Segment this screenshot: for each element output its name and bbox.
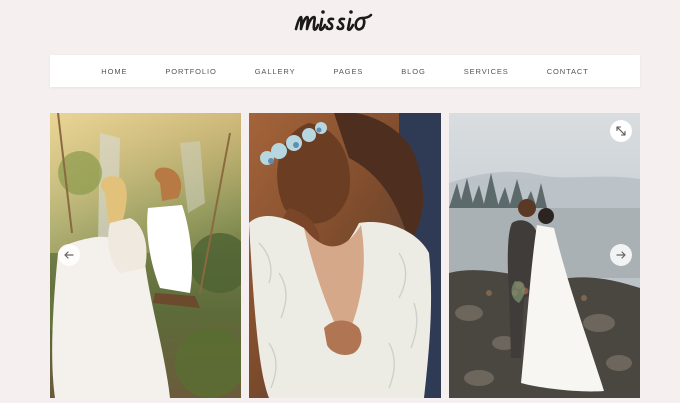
lace-embrace-image <box>249 113 441 398</box>
image-gallery-slider <box>50 113 640 398</box>
nav-item-portfolio[interactable]: PORTFOLIO <box>146 67 235 76</box>
main-navigation: HOME PORTFOLIO GALLERY PAGES BLOG SERVIC… <box>50 55 640 87</box>
fullscreen-expand-button[interactable] <box>610 120 632 142</box>
gallery-slide-lace-dress-photo[interactable] <box>249 113 441 398</box>
nav-item-pages[interactable]: PAGES <box>314 67 382 76</box>
arrow-left-icon <box>64 251 74 259</box>
nav-item-contact[interactable]: CONTACT <box>528 67 608 76</box>
expand-icon <box>616 126 626 136</box>
slider-next-button[interactable] <box>610 244 632 266</box>
arrow-right-icon <box>616 251 626 259</box>
site-logo[interactable] <box>0 4 680 40</box>
nav-item-services[interactable]: SERVICES <box>445 67 528 76</box>
slider-prev-button[interactable] <box>58 244 80 266</box>
nav-item-home[interactable]: HOME <box>82 67 146 76</box>
nav-item-gallery[interactable]: GALLERY <box>236 67 315 76</box>
missio-logo-script <box>294 10 373 32</box>
nav-item-blog[interactable]: BLOG <box>382 67 444 76</box>
